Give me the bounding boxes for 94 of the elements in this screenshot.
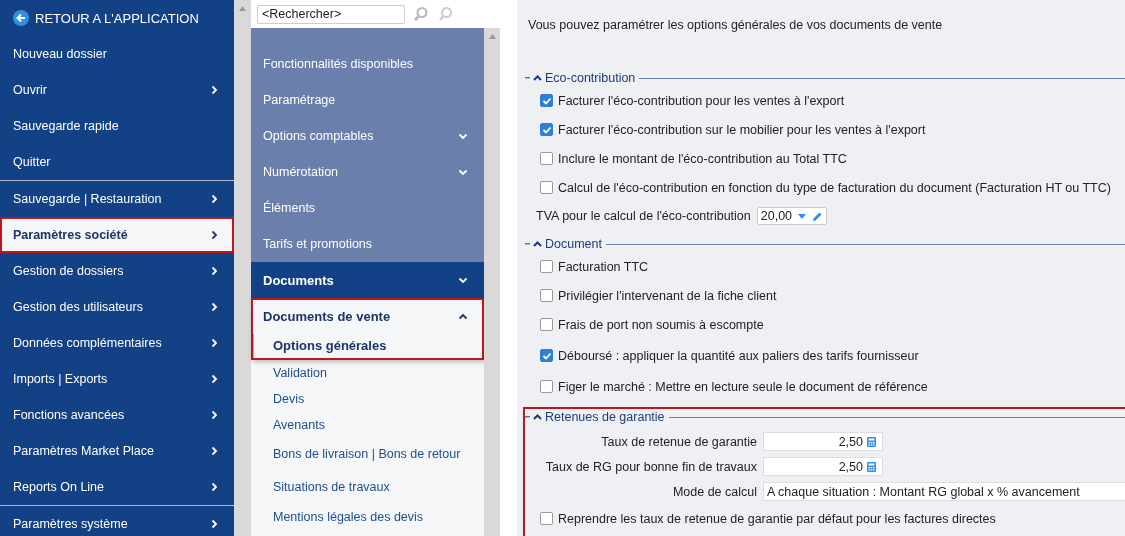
rate-dropdown[interactable]: 20,00 xyxy=(756,207,828,225)
pencil-icon[interactable] xyxy=(812,210,824,222)
menu-item[interactable]: Nouveau dossier xyxy=(0,36,234,72)
calculator-icon[interactable] xyxy=(867,461,876,472)
menu-item[interactable]: Gestion de dossiers xyxy=(0,253,234,289)
legend-line xyxy=(525,243,530,245)
chevron-right-icon xyxy=(211,302,218,312)
checkbox[interactable] xyxy=(540,123,553,136)
scrollbar[interactable] xyxy=(484,28,500,536)
checkbox-label: Calcul de l'éco-contribution en fonction du type de facturation du document (Facturation HT ou TTC) xyxy=(558,180,1111,195)
menu-item[interactable]: Reports On Line xyxy=(0,469,234,505)
tree-leaf[interactable]: Situations de travaux xyxy=(251,471,484,504)
back-arrow-icon xyxy=(13,10,29,26)
intro-text: Vous pouvez paramétrer les options générales de vos documents de vente xyxy=(528,18,944,32)
tree-item[interactable]: Options comptables xyxy=(251,118,484,154)
chevron-right-icon xyxy=(211,374,218,384)
number-field[interactable]: 2,50 xyxy=(763,432,883,451)
chevron-down-icon xyxy=(458,132,468,140)
field-label: Mode de calcul xyxy=(671,484,757,499)
section-toggle[interactable]: Eco-contribution xyxy=(525,71,636,85)
chevron-right-icon xyxy=(211,519,218,529)
tree-item[interactable]: Fonctionnalités disponibles xyxy=(251,46,484,82)
checkbox[interactable] xyxy=(540,289,553,302)
search-field[interactable]: <Rechercher> xyxy=(257,4,405,24)
tree-item[interactable]: Paramétrage xyxy=(251,82,484,118)
chevron-up-icon xyxy=(533,414,542,420)
search-icon[interactable] xyxy=(413,6,429,22)
checkbox-label: Facturer l'éco-contribution sur le mobilier pour les ventes à l'export xyxy=(558,122,926,137)
scroll-up-icon[interactable] xyxy=(488,34,496,39)
scrollbar[interactable] xyxy=(234,0,251,536)
tree-leaf[interactable]: Devis xyxy=(251,386,484,412)
chevron-right-icon xyxy=(211,446,218,456)
menu-item[interactable]: Paramètres société xyxy=(0,217,234,253)
field-label: Taux de RG pour bonne fin de travaux xyxy=(544,459,757,474)
calculator-icon[interactable] xyxy=(867,436,876,447)
checkbox-label: Frais de port non soumis à escompte xyxy=(558,317,764,332)
checkbox-label: Facturer l'éco-contribution pour les ventes à l'export xyxy=(558,93,845,108)
checkbox[interactable] xyxy=(540,380,553,393)
menu-item[interactable]: Imports | Exports xyxy=(0,361,234,397)
legend-line xyxy=(525,77,530,79)
back-button[interactable]: RETOUR A L'APPLICATION xyxy=(0,0,234,36)
checkbox[interactable] xyxy=(540,94,553,107)
checkbox[interactable] xyxy=(540,260,553,273)
number-field[interactable]: 2,50 xyxy=(763,457,883,476)
menu-item[interactable]: Gestion des utilisateurs xyxy=(0,289,234,325)
legend-line xyxy=(525,416,530,418)
menu-item[interactable]: Paramètres système xyxy=(0,506,234,536)
tree-item[interactable]: Documents de vente xyxy=(251,298,484,334)
chevron-right-icon xyxy=(211,410,218,420)
checkbox-label: Privilégier l'intervenant de la fiche client xyxy=(558,288,777,303)
chevron-right-icon xyxy=(211,338,218,348)
checkbox[interactable] xyxy=(540,152,553,165)
tree-leaf[interactable]: Mentions légales des devis xyxy=(251,504,484,530)
menu-item[interactable]: Données complémentaires xyxy=(0,325,234,361)
checkbox-label: Inclure le montant de l'éco-contribution au Total TTC xyxy=(558,151,847,166)
chevron-right-icon xyxy=(211,230,218,240)
chevron-right-icon xyxy=(211,85,218,95)
field-label: Taux de retenue de garantie xyxy=(600,434,757,449)
checkbox[interactable] xyxy=(540,181,553,194)
chevron-up-icon xyxy=(458,312,468,320)
tree-item[interactable]: Documents xyxy=(251,262,484,298)
checkbox-label: Reprendre les taux de retenue de garantie par défaut pour les factures directes xyxy=(558,511,996,526)
checkbox-label: Facturation TTC xyxy=(558,259,649,274)
menu-item[interactable]: Sauvegarde | Restauration xyxy=(0,181,234,217)
chevron-down-icon xyxy=(458,276,468,284)
chevron-down-icon xyxy=(458,168,468,176)
chevron-right-icon xyxy=(211,482,218,492)
chevron-up-icon xyxy=(533,241,542,247)
section-toggle[interactable]: Document xyxy=(525,237,602,251)
menu-item[interactable]: Fonctions avancées xyxy=(0,397,234,433)
section-toggle[interactable]: Retenues de garantie xyxy=(525,410,665,424)
tree-leaf[interactable]: Avenants xyxy=(251,412,484,438)
menu-item[interactable]: Quitter xyxy=(0,144,234,180)
scroll-up-icon[interactable] xyxy=(239,6,246,11)
menu-item[interactable]: Ouvrir xyxy=(0,72,234,108)
menu-item[interactable]: Paramètres Market Place xyxy=(0,433,234,469)
checkbox[interactable] xyxy=(540,349,553,362)
checkbox[interactable] xyxy=(540,318,553,331)
field-label: TVA pour le calcul de l'éco-contribution xyxy=(536,209,751,223)
chevron-right-icon xyxy=(211,266,218,276)
dropdown-arrow-icon xyxy=(798,213,807,219)
chevron-up-icon xyxy=(533,75,542,81)
tree-item[interactable]: Éléments xyxy=(251,190,484,226)
chevron-right-icon xyxy=(211,194,218,204)
tree-item[interactable]: Tarifs et promotions xyxy=(251,226,484,262)
checkbox-label: Déboursé : appliquer la quantité aux paliers des tarifs fournisseur xyxy=(558,348,919,363)
checkbox-label: Figer le marché : Mettre en lecture seule le document de référence xyxy=(558,379,928,394)
dropdown[interactable]: A chaque situation : Montant RG global x % avancement xyxy=(763,482,1125,501)
tree-leaf[interactable]: Bons de livraison | Bons de retour xyxy=(251,438,484,471)
menu-item[interactable]: Sauvegarde rapide xyxy=(0,108,234,144)
tree-item[interactable]: Numérotation xyxy=(251,154,484,190)
tree-leaf[interactable]: Validation xyxy=(251,360,484,386)
checkbox[interactable] xyxy=(540,512,553,525)
search-icon[interactable] xyxy=(437,6,453,22)
